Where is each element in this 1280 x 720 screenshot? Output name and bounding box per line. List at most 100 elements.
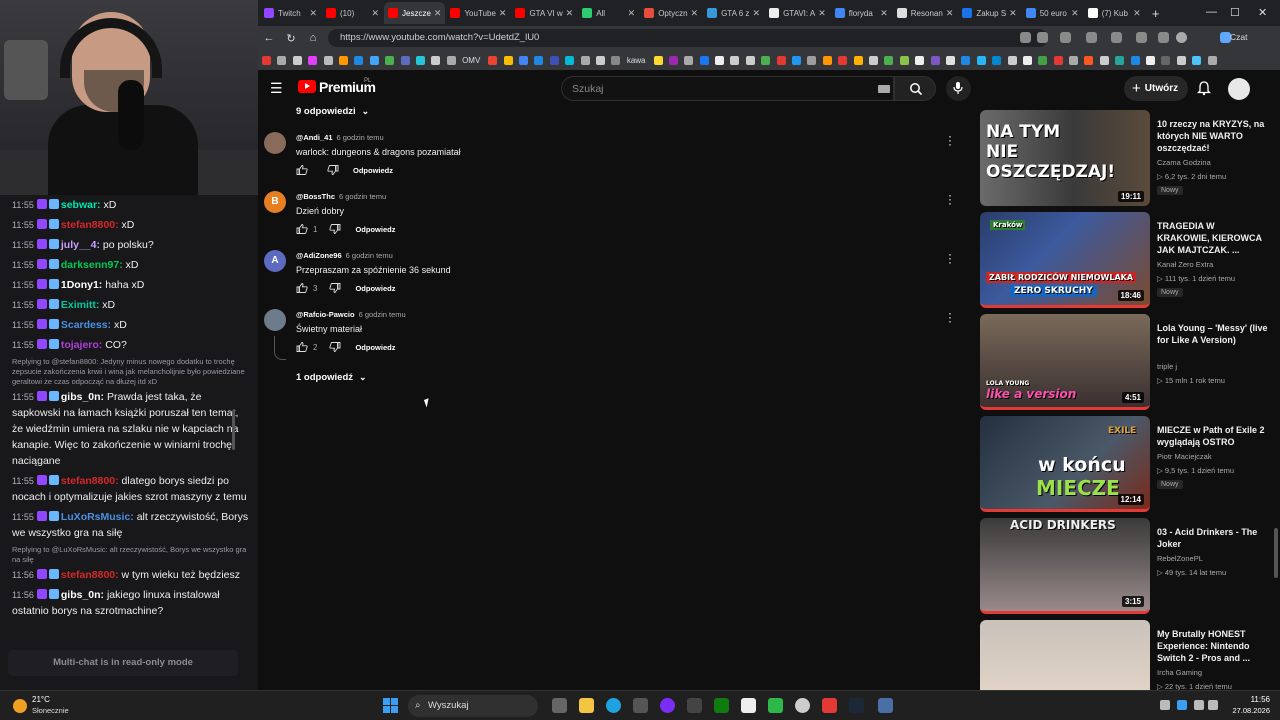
voice-search-button[interactable] bbox=[946, 76, 971, 101]
bookmark-icon[interactable] bbox=[1007, 55, 1017, 65]
channel-name[interactable]: Piotr Maciejczak bbox=[1157, 452, 1212, 461]
chat-username[interactable]: stefan8800: bbox=[61, 219, 119, 231]
tab-close-icon[interactable]: ✕ bbox=[628, 8, 636, 19]
comment-author-name[interactable]: @BossThc bbox=[296, 192, 335, 201]
bookmark-icon[interactable] bbox=[369, 55, 379, 65]
clock-date[interactable]: 27.08.2026 bbox=[1222, 706, 1270, 715]
extension-icon[interactable] bbox=[1111, 32, 1122, 43]
bookmark-icon[interactable] bbox=[992, 55, 1002, 65]
tab-close-icon[interactable]: ✕ bbox=[566, 8, 574, 19]
comment-author[interactable]: @AdiZone96 6 godzin temu bbox=[296, 251, 393, 260]
channel-name[interactable]: Kanał Zero Extra bbox=[1157, 260, 1213, 269]
thumbs-up-icon[interactable] bbox=[296, 283, 308, 293]
bookmark-icon[interactable] bbox=[277, 55, 287, 65]
close-window-icon[interactable]: ✕ bbox=[1258, 6, 1267, 19]
browser-tab[interactable]: GTAVI: A ✕ bbox=[765, 2, 830, 24]
tab-close-icon[interactable]: ✕ bbox=[818, 8, 826, 19]
video-thumbnail[interactable]: SWITCH bbox=[980, 620, 1150, 690]
minimize-icon[interactable]: — bbox=[1206, 6, 1217, 18]
bookmark-omv[interactable]: OMV bbox=[462, 56, 480, 65]
comment-author[interactable]: @Andi_41 6 godzin temu bbox=[296, 133, 384, 142]
comment-timestamp[interactable]: 6 godzin temu bbox=[346, 251, 393, 260]
video-thumbnail[interactable]: ZABIŁ RODZICÓW NIEMOWLAKA ZERO SKRUCHY Kra… bbox=[980, 212, 1150, 308]
bookmark-icon[interactable] bbox=[308, 55, 318, 65]
bookmark-icon[interactable] bbox=[385, 55, 395, 65]
tray-chevron-icon[interactable] bbox=[1160, 700, 1170, 710]
thumbs-down-icon[interactable] bbox=[329, 224, 341, 234]
comment-avatar[interactable]: A bbox=[264, 250, 286, 272]
tab-close-icon[interactable]: ✕ bbox=[691, 8, 699, 19]
store-icon[interactable] bbox=[633, 698, 648, 713]
chat-username[interactable]: Scardess: bbox=[61, 319, 111, 331]
bookmark-icon[interactable] bbox=[945, 55, 955, 65]
more-options-icon[interactable]: · · · bbox=[948, 248, 952, 268]
reply-button[interactable]: Odpowiedz bbox=[355, 343, 395, 352]
browser-tab[interactable]: (7) Kub ✕ bbox=[1084, 2, 1145, 24]
browser-tab[interactable]: Resonan ✕ bbox=[893, 2, 958, 24]
video-title[interactable]: 03 - Acid Drinkers - The Joker bbox=[1157, 526, 1269, 550]
extensions-puzzle-icon[interactable] bbox=[1136, 32, 1147, 43]
home-icon[interactable]: ⌂ bbox=[302, 32, 324, 44]
thumbs-down-icon[interactable] bbox=[329, 283, 341, 293]
thumbs-up-icon[interactable] bbox=[296, 165, 308, 175]
video-card[interactable]: like a version LOLA YOUNG 4:51 Lola Young –… bbox=[980, 314, 1272, 412]
chat-username[interactable]: darksenn97: bbox=[61, 259, 123, 271]
tab-close-icon[interactable]: ✕ bbox=[1133, 8, 1141, 19]
video-card[interactable]: ACID DRINKERS 3:15 03 - Acid Drinkers - Th… bbox=[980, 518, 1272, 616]
video-title[interactable]: TRAGEDIA W KRAKOWIE, KIEROWCA JAK MAJTCZ… bbox=[1157, 220, 1269, 256]
video-card[interactable]: ZABIŁ RODZICÓW NIEMOWLAKA ZERO SKRUCHY Kra… bbox=[980, 212, 1272, 310]
comment-avatar[interactable] bbox=[264, 132, 286, 154]
app-icon[interactable] bbox=[660, 698, 675, 713]
profile-avatar[interactable] bbox=[1176, 32, 1187, 43]
bookmark-icon[interactable] bbox=[1146, 55, 1156, 65]
bookmark-icon[interactable] bbox=[1022, 55, 1032, 65]
bookmark-icon[interactable] bbox=[1099, 55, 1109, 65]
page-scrollbar[interactable] bbox=[1274, 528, 1278, 578]
bookmark-icon[interactable] bbox=[488, 55, 498, 65]
channel-name[interactable]: Ircha Gaming bbox=[1157, 668, 1202, 677]
comment-timestamp[interactable]: 6 godzin temu bbox=[337, 133, 384, 142]
bookmark-icon[interactable] bbox=[699, 55, 709, 65]
bookmark-icon[interactable] bbox=[884, 55, 894, 65]
bookmark-icon[interactable] bbox=[776, 55, 786, 65]
bookmark-icon[interactable] bbox=[792, 55, 802, 65]
tab-close-icon[interactable]: ✕ bbox=[1071, 8, 1079, 19]
maximize-icon[interactable]: ☐ bbox=[1230, 6, 1240, 19]
terminal-icon[interactable] bbox=[687, 698, 702, 713]
taskbar-search[interactable]: ⌕ Wyszukaj bbox=[408, 695, 538, 717]
bookmark-icon[interactable] bbox=[1207, 55, 1217, 65]
bookmark-icon[interactable] bbox=[730, 55, 740, 65]
comment-timestamp[interactable]: 6 godzin temu bbox=[359, 310, 406, 319]
video-card[interactable]: NA TYM NIE OSZCZĘDZAJ! 19:11 10 rzeczy na … bbox=[980, 110, 1272, 208]
bookmark-icon[interactable] bbox=[1176, 55, 1186, 65]
bookmark-icon[interactable] bbox=[1084, 55, 1094, 65]
thumbs-down-icon[interactable] bbox=[327, 165, 339, 175]
bookmark-icon[interactable] bbox=[822, 55, 832, 65]
browser-tab[interactable]: (10) ✕ bbox=[322, 2, 383, 24]
video-title[interactable]: My Brutally HONEST Experience: Nintendo … bbox=[1157, 628, 1269, 664]
bookmark-icon[interactable] bbox=[684, 55, 694, 65]
search-box[interactable] bbox=[561, 76, 894, 101]
tab-close-icon[interactable]: ✕ bbox=[880, 8, 888, 19]
chat-username[interactable]: stefan8800: bbox=[61, 569, 119, 581]
chat-username[interactable]: stefan8800: bbox=[61, 475, 119, 487]
bookmark-icon[interactable] bbox=[838, 55, 848, 65]
bookmark-icon[interactable] bbox=[1192, 55, 1202, 65]
back-icon[interactable]: ← bbox=[258, 32, 280, 44]
bookmark-icon[interactable] bbox=[1069, 55, 1079, 65]
bookmark-icon[interactable] bbox=[400, 55, 410, 65]
browser-tab[interactable]: 50 euro ✕ bbox=[1022, 2, 1083, 24]
create-button[interactable]: + Utwórz bbox=[1124, 76, 1188, 101]
bookmark-icon[interactable] bbox=[323, 55, 333, 65]
bookmark-icon[interactable] bbox=[868, 55, 878, 65]
menu-icon[interactable]: ☰ bbox=[270, 80, 283, 97]
weather-description[interactable]: Słonecznie bbox=[32, 706, 69, 715]
comment-author[interactable]: @Rafcio-Pawcio 6 godzin temu bbox=[296, 310, 406, 319]
bookmark-icon[interactable] bbox=[653, 55, 663, 65]
bookmark-icon[interactable] bbox=[534, 55, 544, 65]
url-field[interactable]: https://www.youtube.com/watch?v=UdetdZ_l… bbox=[328, 29, 1048, 47]
install-app-icon[interactable] bbox=[1020, 32, 1031, 43]
chat-username[interactable]: gibs_0n: bbox=[61, 391, 104, 403]
comment-avatar[interactable] bbox=[264, 309, 286, 331]
video-title[interactable]: Lola Young – 'Messy' (live for Like A Ve… bbox=[1157, 322, 1269, 346]
